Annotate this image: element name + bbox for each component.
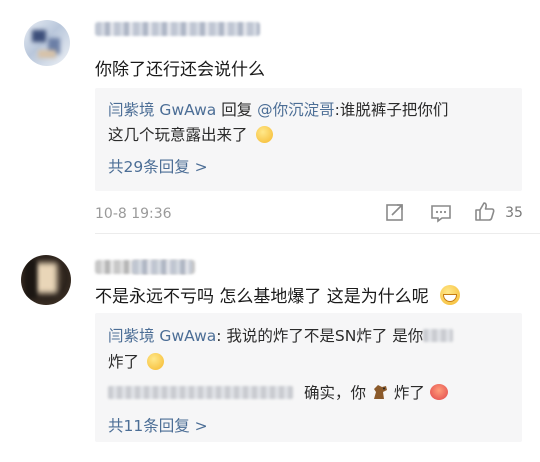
reply-line-2: 炸了	[108, 350, 164, 372]
username-redacted[interactable]	[95, 22, 260, 36]
reply-preview-box[interactable]: 闫紫境 GwAwa: 我说的炸了不是SN炸了 是你 炸了 确实，你 炸了 共11…	[95, 313, 522, 442]
horse-emoji	[373, 385, 387, 399]
reply-mention[interactable]: @你沉淀哥	[257, 101, 335, 119]
reply-line-1: 闫紫境 GwAwa 回复 @你沉淀哥:谁脱裤子把你们	[108, 98, 448, 120]
comment-icon[interactable]	[430, 203, 452, 227]
comment-text: 你除了还行还会说什么	[95, 60, 265, 80]
reply-text-continued: 这几个玩意露出来了	[108, 126, 248, 144]
reply-text: : 我说的炸了不是SN炸了 是你	[216, 327, 424, 345]
reply-line-1: 闫紫境 GwAwa: 我说的炸了不是SN炸了 是你	[108, 324, 454, 346]
reply-text: 确实，你	[303, 384, 366, 402]
red-face-emoji	[429, 384, 448, 400]
grin-emoji	[440, 285, 461, 305]
comment-item: 不是永远不亏吗 怎么基地爆了 这是为什么呢 闫紫境 GwAwa: 我说的炸了不是…	[0, 233, 540, 462]
more-replies-link[interactable]: 共11条回复 >	[108, 414, 208, 436]
share-icon[interactable]	[385, 202, 405, 226]
reply-preview-box[interactable]: 闫紫境 GwAwa 回复 @你沉淀哥:谁脱裤子把你们 这几个玩意露出来了 共29…	[95, 88, 522, 191]
laughing-face-emoji	[146, 353, 164, 370]
reply-author[interactable]: 闫紫境 GwAwa	[108, 101, 216, 119]
avatar[interactable]	[21, 255, 71, 305]
like-button[interactable]: 35	[474, 200, 523, 222]
reply-text: :谁脱裤子把你们	[334, 101, 449, 119]
thumbs-up-icon	[475, 202, 495, 221]
reply-verb: 回复	[221, 101, 253, 119]
timestamp: 10-8 19:36	[95, 206, 172, 222]
redacted-username[interactable]	[108, 386, 293, 399]
shy-face-emoji	[256, 126, 274, 143]
reply-author[interactable]: 闫紫境 GwAwa	[108, 327, 216, 345]
reply-text: 炸了	[393, 384, 425, 402]
comment-item: 你除了还行还会说什么 闫紫境 GwAwa 回复 @你沉淀哥:谁脱裤子把你们 这几…	[0, 0, 540, 232]
comment-text: 不是永远不亏吗 怎么基地爆了 这是为什么呢	[95, 282, 461, 307]
username-redacted[interactable]	[132, 260, 192, 274]
like-count: 35	[505, 205, 523, 221]
reply-line-2: 这几个玩意露出来了	[108, 123, 274, 145]
redacted-text	[423, 329, 454, 342]
avatar[interactable]	[24, 20, 70, 66]
more-replies-link[interactable]: 共29条回复 >	[108, 155, 208, 177]
reply-line-3: 确实，你 炸了	[108, 381, 448, 403]
reply-text-continued: 炸了	[108, 353, 140, 371]
